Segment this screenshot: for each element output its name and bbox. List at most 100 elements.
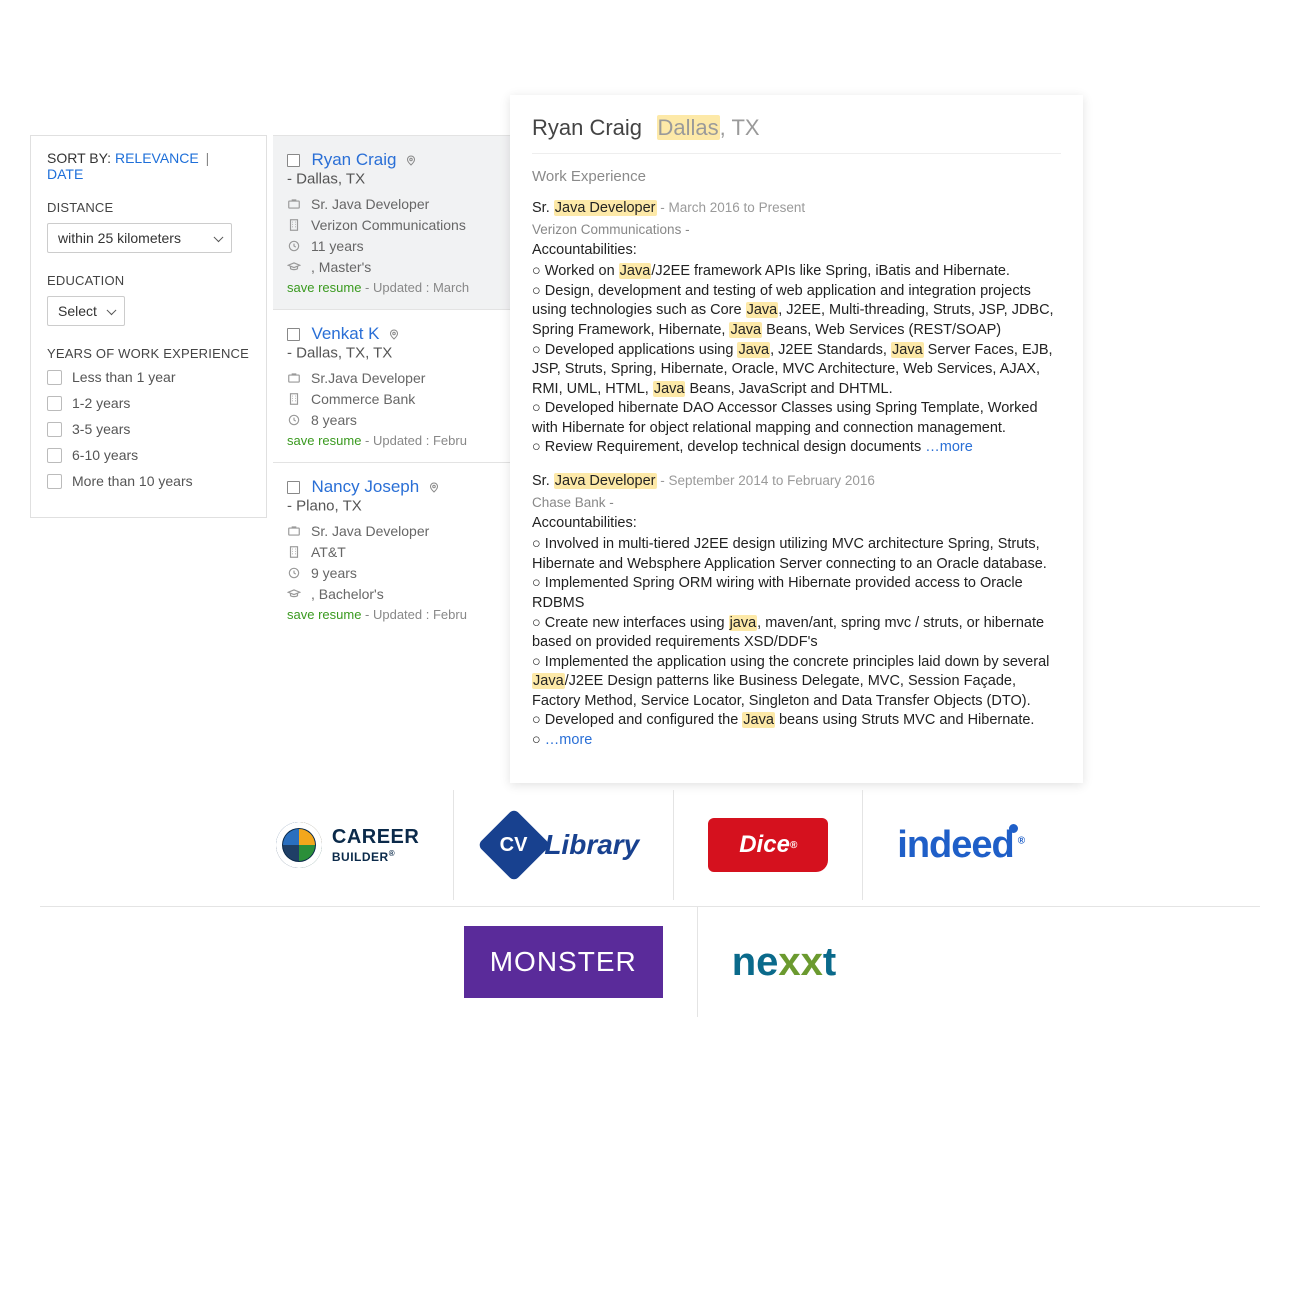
job-company: Verizon Communications - xyxy=(532,221,1061,239)
exp-option[interactable]: 6-10 years xyxy=(47,447,250,463)
checkbox-icon[interactable] xyxy=(47,396,62,411)
candidate-degree: , Bachelor's xyxy=(311,586,384,602)
education-value: Select xyxy=(58,303,97,319)
checkbox-icon[interactable] xyxy=(47,422,62,437)
clock-icon xyxy=(287,239,305,253)
logo-monster: MONSTER xyxy=(430,907,697,1017)
jobs-container: Sr. Java Developer - March 2016 to Prese… xyxy=(532,199,1061,751)
save-resume-link[interactable]: save resume xyxy=(287,433,361,448)
location-pin-icon xyxy=(405,153,417,168)
candidate-location: - Dallas, TX xyxy=(287,170,365,187)
save-resume-link[interactable]: save resume xyxy=(287,607,361,622)
job-title-line: Sr. Java Developer - September 2014 to F… xyxy=(532,472,1061,492)
candidate-name[interactable]: Venkat K xyxy=(311,324,379,343)
job-block: Sr. Java Developer - September 2014 to F… xyxy=(532,472,1061,751)
sort-by-label: SORT BY: xyxy=(47,150,111,166)
job-bullet: ○ Implemented Spring ORM wiring with Hib… xyxy=(532,574,1061,613)
result-card[interactable]: Venkat K - Dallas, TX, TX Sr.Java Develo… xyxy=(273,309,511,462)
more-link[interactable]: …more xyxy=(925,439,973,455)
experience-options: Less than 1 year 1-2 years 3-5 years 6-1… xyxy=(47,369,250,489)
job-bullet: ○ Developed applications using Java, J2E… xyxy=(532,341,1061,400)
candidate-years: 9 years xyxy=(311,565,357,581)
checkbox-icon[interactable] xyxy=(287,481,300,494)
candidate-degree: , Master's xyxy=(311,259,371,275)
building-icon xyxy=(287,218,305,232)
candidate-name[interactable]: Ryan Craig xyxy=(311,150,396,169)
checkbox-icon[interactable] xyxy=(47,448,62,463)
job-bullet: ○ Developed and configured the Java bean… xyxy=(532,711,1061,731)
sort-date-link[interactable]: DATE xyxy=(47,166,83,182)
job-bullet: ○ Developed hibernate DAO Accessor Class… xyxy=(532,399,1061,438)
job-company: Chase Bank - xyxy=(532,494,1061,512)
distance-label: DISTANCE xyxy=(47,200,250,215)
graduation-icon xyxy=(287,587,305,601)
logo-indeed: indeed® xyxy=(862,790,1058,900)
briefcase-icon xyxy=(287,197,305,211)
checkbox-icon[interactable] xyxy=(47,370,62,385)
candidate-years: 11 years xyxy=(311,238,364,254)
candidate-title: Sr. Java Developer xyxy=(311,196,429,212)
clock-icon xyxy=(287,413,305,427)
candidate-company: Verizon Communications xyxy=(311,217,466,233)
candidate-company: AT&T xyxy=(311,544,346,560)
work-experience-heading: Work Experience xyxy=(532,168,1061,185)
job-bullet: ○ Implemented the application using the … xyxy=(532,653,1061,712)
clock-icon xyxy=(287,566,305,580)
detail-candidate-name: Ryan Craig xyxy=(532,115,642,140)
filter-panel: SORT BY: RELEVANCE | DATE DISTANCE withi… xyxy=(30,135,267,518)
candidate-name[interactable]: Nancy Joseph xyxy=(311,477,419,496)
result-card[interactable]: Ryan Craig - Dallas, TX Sr. Java Develop… xyxy=(273,135,511,309)
location-pin-icon xyxy=(388,327,400,342)
education-label: EDUCATION xyxy=(47,273,250,288)
resume-detail-panel: Ryan Craig Dallas, TX Work Experience Sr… xyxy=(510,95,1083,783)
job-bullet: ○ Worked on Java/J2EE framework APIs lik… xyxy=(532,262,1061,282)
distance-select[interactable]: within 25 kilometers xyxy=(47,223,232,253)
building-icon xyxy=(287,392,305,406)
candidate-location: - Plano, TX xyxy=(287,497,362,514)
accountabilities-label: Accountabilities: xyxy=(532,241,1061,261)
logo-nexxt: nexxt xyxy=(697,907,871,1017)
more-link[interactable]: …more xyxy=(545,732,593,748)
save-resume-link[interactable]: save resume xyxy=(287,280,361,295)
job-bullet: ○ …more xyxy=(532,731,1061,751)
detail-candidate-location: Dallas, TX xyxy=(657,115,760,140)
candidate-company: Commerce Bank xyxy=(311,391,415,407)
checkbox-icon[interactable] xyxy=(47,474,62,489)
location-pin-icon xyxy=(428,480,440,495)
updated-text: - Updated : Febru xyxy=(361,433,467,448)
job-bullet: ○ Review Requirement, develop technical … xyxy=(532,438,1061,458)
candidate-location: - Dallas, TX, TX xyxy=(287,344,392,361)
exp-option[interactable]: More than 10 years xyxy=(47,473,250,489)
exp-option[interactable]: 1-2 years xyxy=(47,395,250,411)
education-select[interactable]: Select xyxy=(47,296,125,326)
logo-dice: Dice® xyxy=(673,790,862,900)
accountabilities-label: Accountabilities: xyxy=(532,514,1061,534)
exp-option[interactable]: Less than 1 year xyxy=(47,369,250,385)
updated-text: - Updated : Febru xyxy=(361,607,467,622)
distance-value: within 25 kilometers xyxy=(58,230,181,246)
careerbuilder-mark-icon xyxy=(276,822,322,868)
exp-option[interactable]: 3-5 years xyxy=(47,421,250,437)
logo-cvlibrary: CVLibrary xyxy=(453,790,673,900)
experience-label: YEARS OF WORK EXPERIENCE xyxy=(47,346,250,361)
candidate-title: Sr. Java Developer xyxy=(311,523,429,539)
briefcase-icon xyxy=(287,524,305,538)
cvlibrary-mark-icon: CV xyxy=(478,808,552,882)
job-bullet: ○ Design, development and testing of web… xyxy=(532,282,1061,341)
job-title-line: Sr. Java Developer - March 2016 to Prese… xyxy=(532,199,1061,219)
sort-by-row: SORT BY: RELEVANCE | DATE xyxy=(47,150,250,182)
job-bullet: ○ Create new interfaces using java, mave… xyxy=(532,614,1061,653)
checkbox-icon[interactable] xyxy=(287,328,300,341)
sort-relevance-link[interactable]: RELEVANCE xyxy=(115,150,199,166)
logo-careerbuilder: CAREERBUILDER® xyxy=(242,790,453,900)
partner-logos: CAREERBUILDER® CVLibrary Dice® indeed® M… xyxy=(40,790,1260,1017)
checkbox-icon[interactable] xyxy=(287,154,300,167)
job-block: Sr. Java Developer - March 2016 to Prese… xyxy=(532,199,1061,458)
candidate-title: Sr.Java Developer xyxy=(311,370,425,386)
job-bullet: ○ Involved in multi-tiered J2EE design u… xyxy=(532,535,1061,574)
result-card[interactable]: Nancy Joseph - Plano, TX Sr. Java Develo… xyxy=(273,462,511,636)
results-column: Ryan Craig - Dallas, TX Sr. Java Develop… xyxy=(273,135,511,636)
graduation-icon xyxy=(287,260,305,274)
building-icon xyxy=(287,545,305,559)
updated-text: - Updated : March xyxy=(361,280,469,295)
